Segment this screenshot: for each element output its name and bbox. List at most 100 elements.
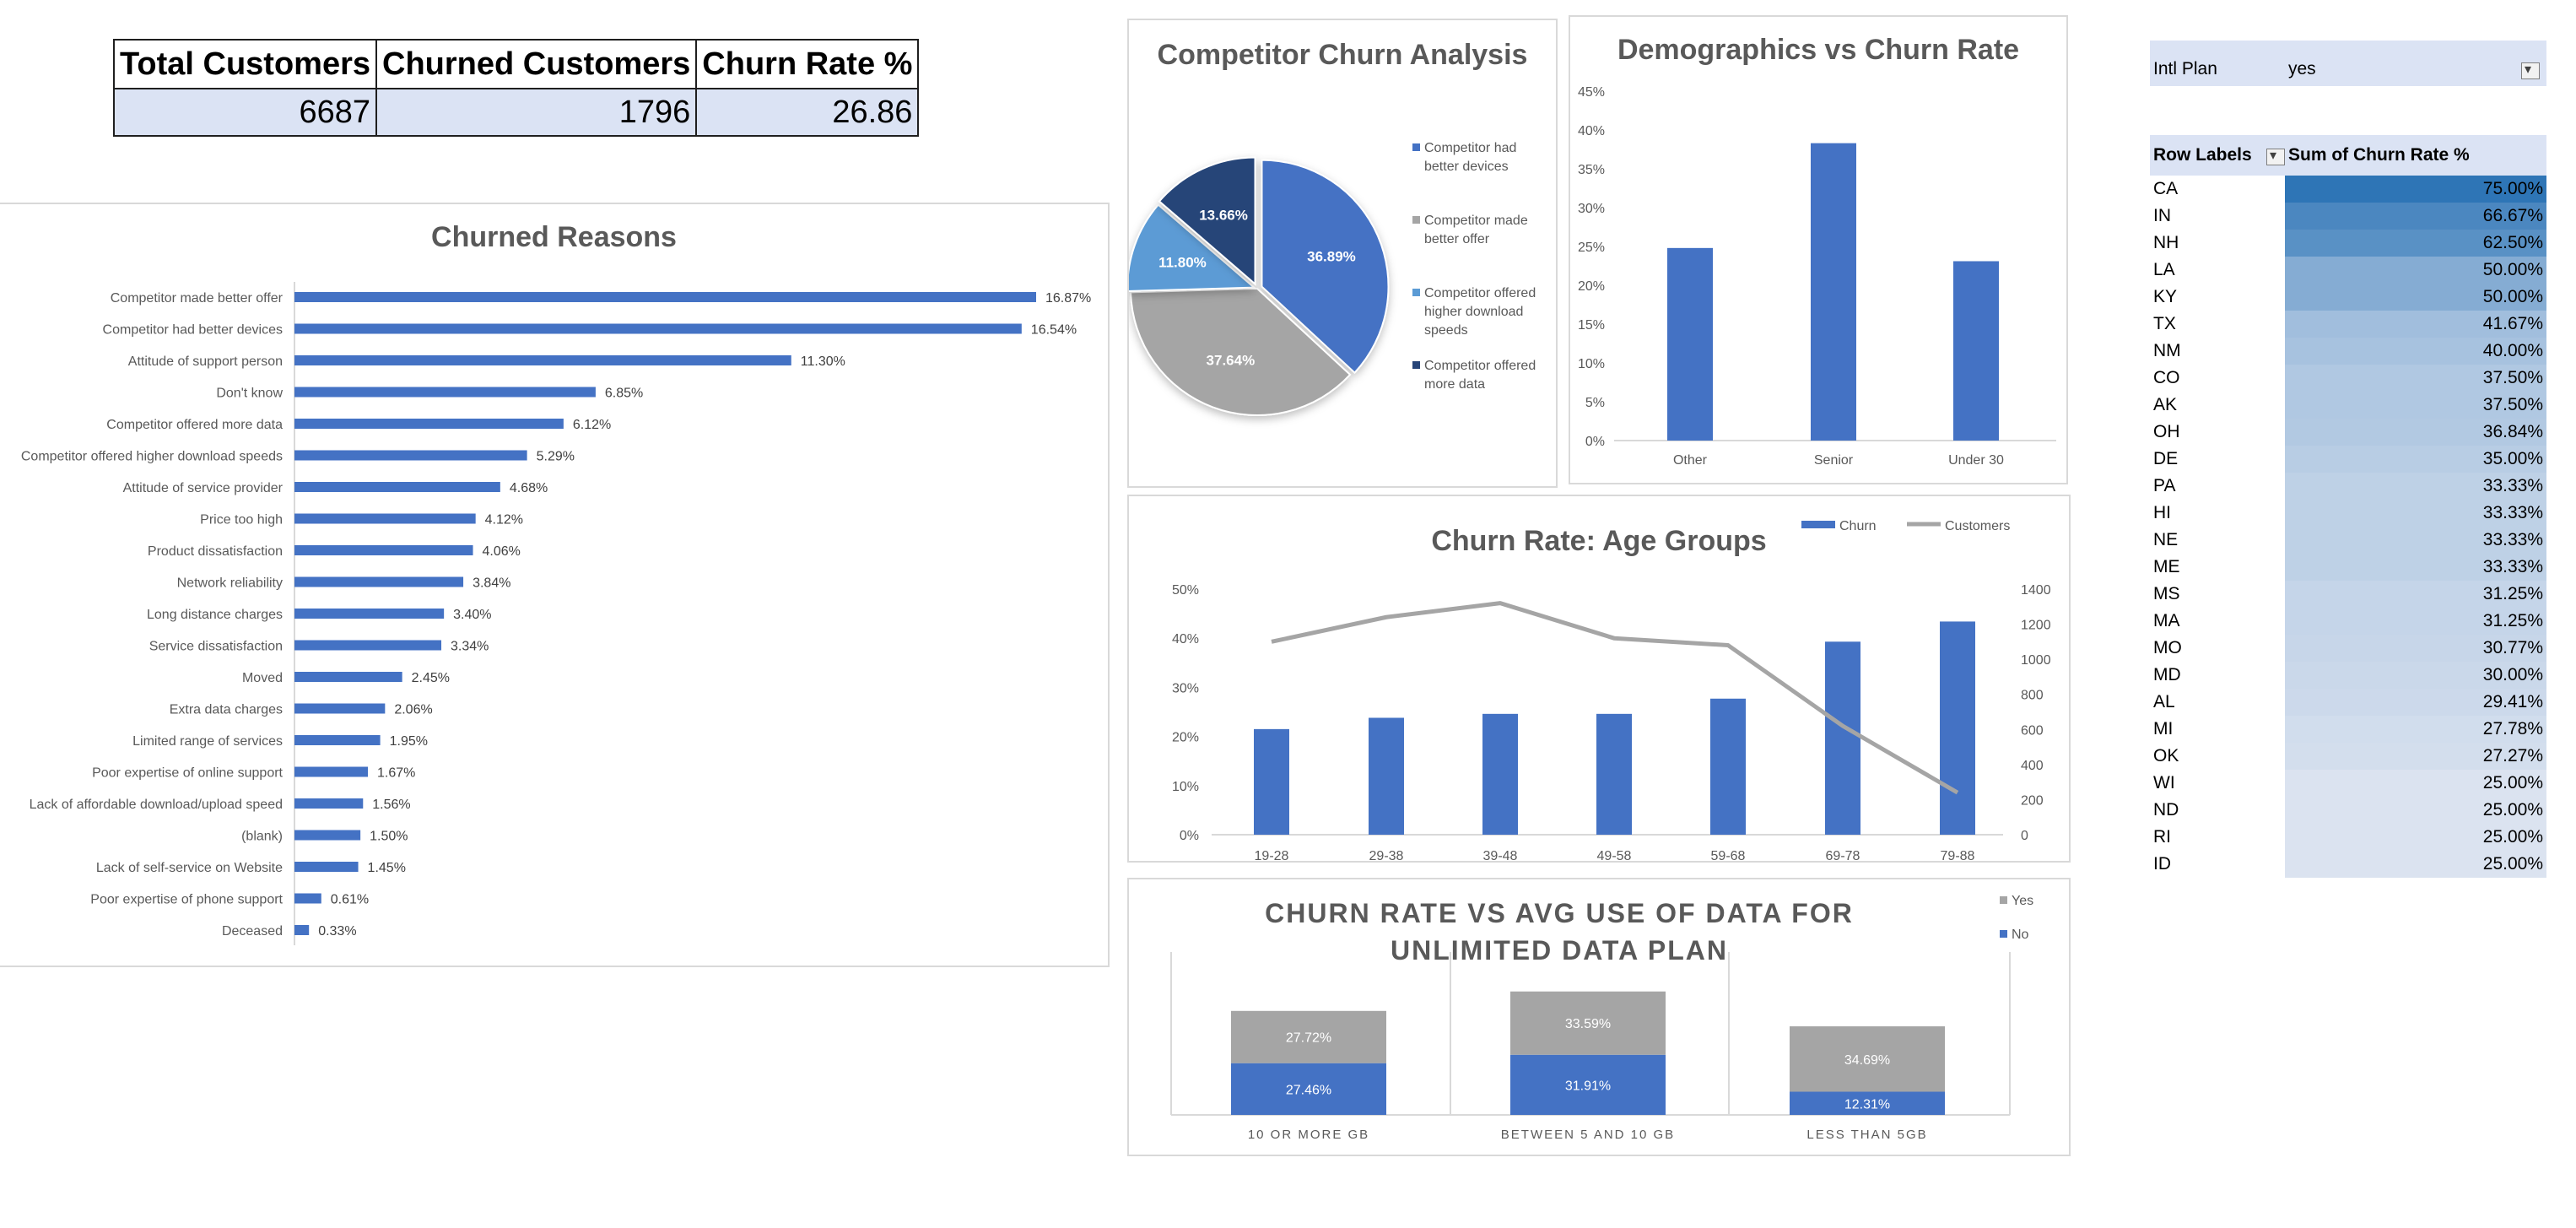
pivot-row: OH 36.84% — [2150, 419, 2546, 446]
row-labels-filter-button[interactable]: ▾ — [2266, 149, 2285, 165]
data-label: 2.06% — [394, 703, 432, 717]
pivot-row-label: ND — [2153, 800, 2179, 820]
age-groups-chart[interactable]: Churn Rate: Age Groups 0% 10% 20% 30% 40% 50%… — [1127, 495, 2071, 863]
y-tick-label: 50% — [1172, 583, 1199, 598]
legend-swatch — [1801, 521, 1835, 528]
category-label: Lack of self-service on Website — [96, 861, 283, 875]
pivot-row: ME 33.33% — [2150, 554, 2546, 581]
pivot-row-label: ME — [2153, 557, 2180, 576]
pivot-row-value: 50.00% — [2285, 284, 2546, 311]
x-tick-label: 19-28 — [1255, 849, 1289, 861]
y2-tick-label: 1400 — [2021, 583, 2051, 598]
bar — [294, 830, 361, 841]
demographics-chart[interactable]: Demographics vs Churn Rate 0% 5% 10% 15% 20%… — [1569, 15, 2068, 484]
legend-swatch — [2000, 930, 2007, 938]
category-label: Network reliability — [177, 576, 283, 591]
pivot-row: MD 30.00% — [2150, 662, 2546, 689]
category-label: Competitor offered more data — [106, 418, 283, 432]
legend-entry: Competitor made better offer — [1424, 214, 1528, 246]
kpi-value-total-customers: 6687 — [112, 88, 378, 137]
pivot-row-label: TX — [2153, 314, 2176, 333]
bar — [294, 387, 596, 398]
bar — [1953, 261, 1999, 441]
data-label: 2.45% — [412, 671, 450, 685]
pivot-row: HI 33.33% — [2150, 500, 2546, 527]
pivot-row: DE 35.00% — [2150, 446, 2546, 473]
legend-entry: Customers — [1945, 519, 2010, 533]
category-label: Attitude of support person — [128, 354, 283, 369]
pivot-row-label: PA — [2153, 476, 2176, 495]
data-label: 34.69% — [1844, 1053, 1890, 1068]
pivot-row: MS 31.25% — [2150, 581, 2546, 608]
data-usage-plot: 27.46% 27.72% 10 OR MORE GB 31.91% 33.59% BET… — [1170, 894, 2033, 1142]
demographics-plot: 0% 5% 10% 15% 20% 25% 30% 35% 40% 45% Other Senior U… — [1578, 85, 2056, 468]
data-label: 4.12% — [485, 513, 523, 527]
pivot-row-label: MA — [2153, 611, 2180, 630]
kpi-header-churned-customers: Churned Customers — [375, 39, 698, 89]
pivot-row-label: NE — [2153, 530, 2179, 549]
filter-funnel-icon: ▾ — [2525, 62, 2532, 77]
pivot-row-label: AL — [2153, 692, 2175, 711]
bar — [294, 545, 473, 555]
pivot-header-sum: Sum of Churn Rate % — [2285, 135, 2546, 176]
intl-plan-filter[interactable]: Intl Plan yes ▾ — [2150, 41, 2546, 86]
bar — [294, 355, 791, 365]
bar — [294, 893, 321, 904]
kpi-header-total-customers: Total Customers — [112, 39, 378, 89]
legend-swatch — [1412, 143, 1420, 151]
bar — [294, 925, 310, 935]
slice-label: 11.80% — [1158, 255, 1207, 271]
bar — [1825, 641, 1860, 835]
pivot-header-row-labels[interactable]: Row Labels ▾ — [2150, 135, 2285, 176]
data-usage-chart[interactable]: CHURN RATE VS AVG USE OF DATA FOR UNLIMI… — [1127, 878, 2071, 1156]
data-label: 1.56% — [372, 798, 410, 812]
pivot-row: OK 27.27% — [2150, 743, 2546, 770]
pivot-table: Row Labels ▾ Sum of Churn Rate % CA 75.00… — [2150, 135, 2546, 878]
y-tick-label: 10% — [1172, 780, 1199, 794]
pivot-row-value: 33.33% — [2285, 554, 2546, 581]
data-label: 11.30% — [801, 354, 845, 369]
bar — [294, 450, 527, 461]
legend-entry: Competitor offered more data — [1424, 359, 1536, 392]
y-tick-label: 30% — [1172, 681, 1199, 695]
churned-reasons-chart[interactable]: Churned Reasons Competitor made better o… — [0, 203, 1110, 967]
data-label: 27.46% — [1286, 1083, 1331, 1097]
pivot-row-value: 27.78% — [2285, 716, 2546, 743]
filter-dropdown-button[interactable]: ▾ — [2521, 62, 2540, 79]
x-tick-label: BETWEEN 5 AND 10 GB — [1501, 1128, 1675, 1142]
pivot-row-value: 31.25% — [2285, 608, 2546, 635]
category-label: Limited range of services — [132, 734, 283, 749]
category-label: Attitude of service provider — [123, 481, 284, 495]
bar — [294, 672, 402, 682]
data-label: 3.40% — [453, 608, 491, 622]
y-tick-label: 30% — [1578, 202, 1605, 216]
category-label: Extra data charges — [170, 703, 283, 717]
bar — [1369, 717, 1404, 835]
competitor-churn-chart[interactable]: Competitor Churn Analysis 36.89% 37.64% 11… — [1127, 19, 1558, 488]
pivot-row-label: RI — [2153, 827, 2171, 847]
bar — [1596, 713, 1632, 835]
pivot-row: ND 25.00% — [2150, 797, 2546, 824]
pivot-row-label: MO — [2153, 638, 2182, 657]
pivot-row-label: OK — [2153, 746, 2179, 765]
pivot-row: AL 29.41% — [2150, 689, 2546, 716]
y-tick-label: 10% — [1578, 357, 1605, 371]
pivot-row-value: 40.00% — [2285, 338, 2546, 365]
pivot-row: WI 25.00% — [2150, 770, 2546, 797]
pivot-row-label: MD — [2153, 665, 2181, 684]
pivot-row-label: NH — [2153, 233, 2179, 252]
y-tick-label: 45% — [1578, 85, 1605, 100]
pivot-row-label: CO — [2153, 368, 2180, 387]
bar — [1254, 728, 1289, 835]
pivot-row-value: 29.41% — [2285, 689, 2546, 716]
bar — [294, 703, 386, 714]
legend-entry: Competitor had better devices — [1424, 141, 1516, 174]
pivot-row-value: 33.33% — [2285, 500, 2546, 527]
x-tick-label: Senior — [1814, 453, 1854, 468]
category-label: Product dissatisfaction — [148, 544, 283, 559]
slice-label: 37.64% — [1207, 352, 1256, 368]
y-tick-label: 40% — [1578, 124, 1605, 138]
pivot-row-label: CA — [2153, 179, 2179, 198]
bar — [1482, 713, 1518, 835]
y-tick-label: 0% — [1585, 435, 1605, 449]
